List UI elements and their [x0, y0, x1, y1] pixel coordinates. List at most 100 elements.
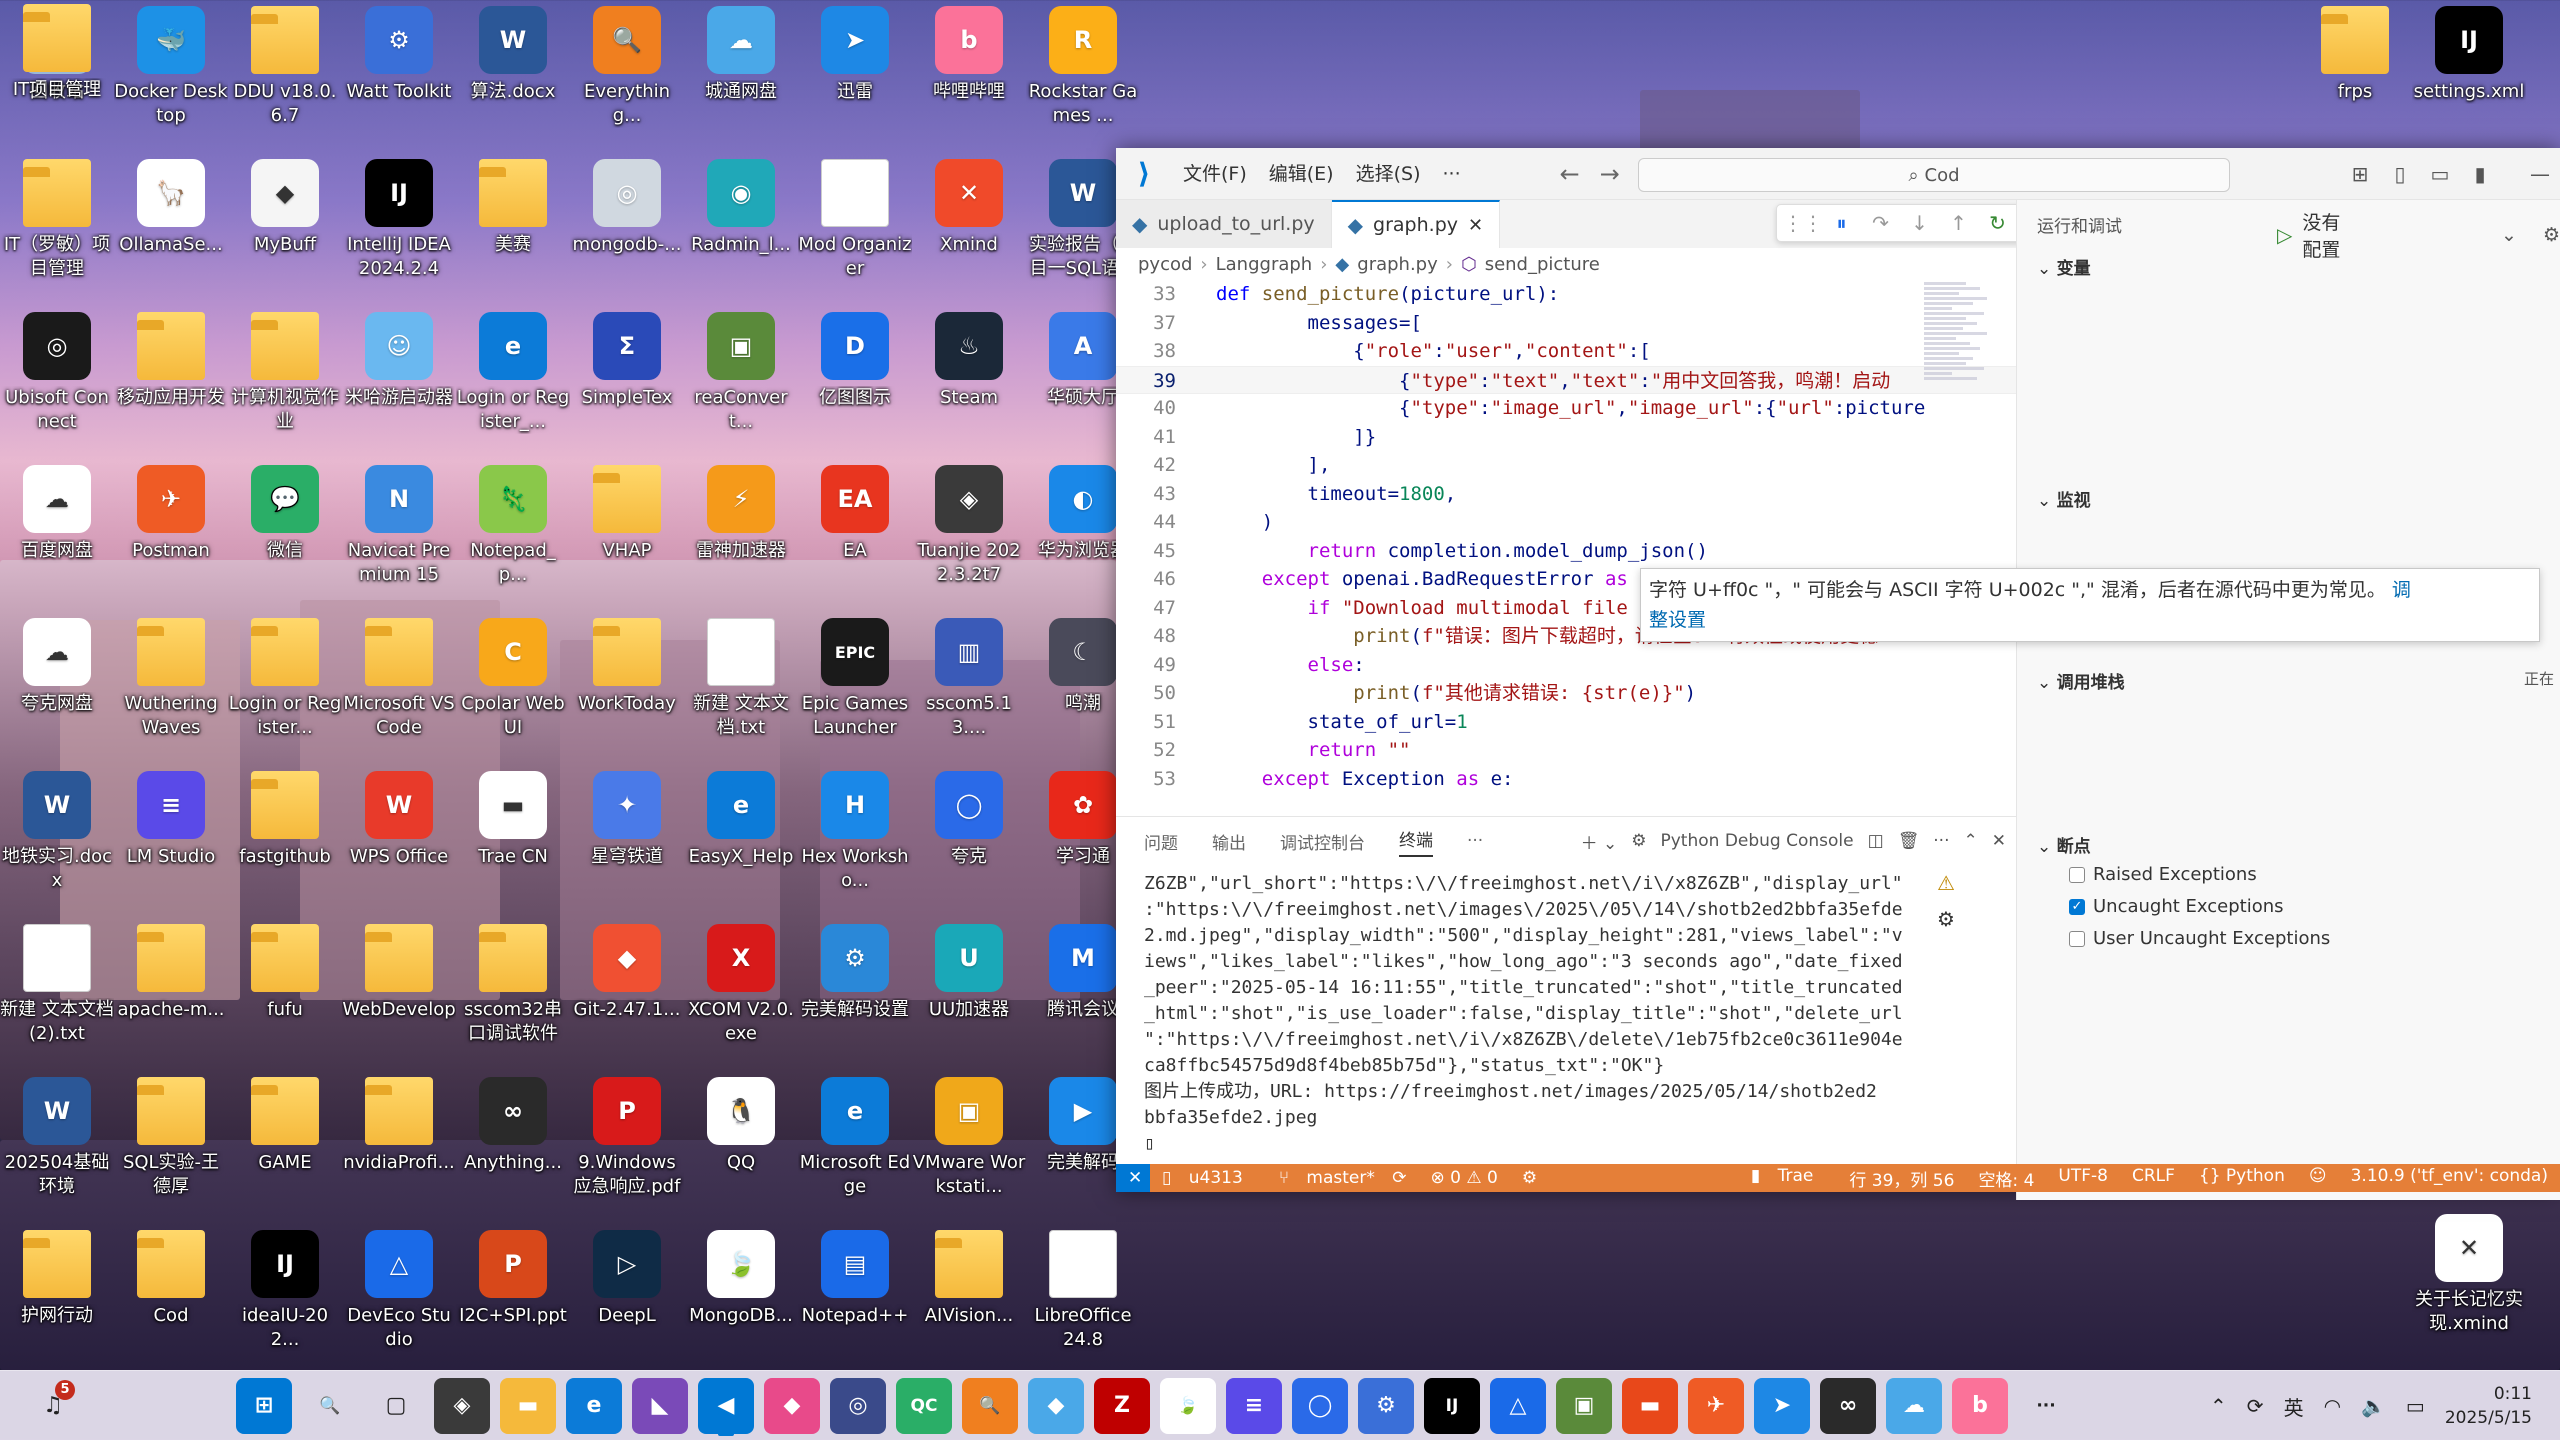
desktop-icon[interactable]: EPIC Epic Games Launcher — [798, 614, 912, 764]
section-call-stack[interactable]: 调用堆栈 — [2017, 668, 2560, 693]
desktop-icon[interactable]: U UU加速器 — [912, 920, 1026, 1070]
breakpoint-user-uncaught[interactable]: User Uncaught Exceptions — [2069, 928, 2330, 949]
step-into-icon[interactable]: ↓ — [1900, 211, 1939, 235]
desktop-icon[interactable]: P 9.Windows应急响应.pdf — [570, 1073, 684, 1223]
taskbar-everything-icon[interactable]: 🔍 — [962, 1377, 1018, 1434]
status-language[interactable]: {} Python — [2187, 1166, 2297, 1191]
desktop-icon[interactable]: SQL实验-王德厚 — [114, 1073, 228, 1223]
code-line[interactable]: 43 timeout=1800, — [1116, 480, 2016, 509]
checkbox[interactable]: ✓ — [2069, 898, 2085, 915]
desktop-icon[interactable]: 计算机视觉作业 — [228, 308, 342, 458]
desktop-icon[interactable]: fastgithub — [228, 767, 342, 917]
desktop-icon[interactable]: ✕ 关于长记忆实现.xmind — [2412, 1210, 2526, 1360]
gear-icon[interactable]: ⚙ — [2543, 224, 2560, 246]
status-branch[interactable]: ⑂ master* ⟳ — [1267, 1168, 1419, 1188]
taskbar-search-icon[interactable]: 🔍 — [302, 1378, 358, 1434]
code-line[interactable]: 37 messages=[ — [1116, 309, 2016, 338]
desktop-icon[interactable]: W WPS Office — [342, 767, 456, 917]
sync-icon[interactable]: ⟳ — [2247, 1394, 2264, 1418]
desktop-icon[interactable]: LibreOffice 24.8 — [1026, 1226, 1140, 1376]
taskbar-start-icon[interactable]: ⊞ — [236, 1377, 292, 1434]
pause-icon[interactable]: ⏸ — [1822, 211, 1861, 235]
desktop-icon[interactable]: b 哔哩哔哩 — [912, 2, 1026, 152]
desktop-icon[interactable]: 🦎 Notepad_p... — [456, 461, 570, 611]
desktop-icon[interactable]: ◯ 夸克 — [912, 767, 1026, 917]
desktop-icon[interactable]: fufu — [228, 920, 342, 1070]
terminal-name[interactable]: Python Debug Console — [1660, 831, 1853, 851]
step-out-icon[interactable]: ↑ — [1939, 211, 1978, 235]
drag-handle-icon[interactable]: ⋮⋮ — [1783, 211, 1823, 235]
customize-layout-icon[interactable]: ⊞ — [2340, 162, 2380, 186]
desktop-icon[interactable]: EA EA — [798, 461, 912, 611]
desktop-icon[interactable]: ⚡ 雷神加速器 — [684, 461, 798, 611]
code-line[interactable]: 44 ) — [1116, 508, 2016, 537]
desktop-icon[interactable]: nvidiaProfi... — [342, 1073, 456, 1223]
debug-icon[interactable]: ⚙ — [1937, 907, 1955, 931]
taskbar-anything-icon[interactable]: ∞ — [1820, 1377, 1876, 1434]
desktop-icon[interactable]: ◎ Ubisoft Connect — [0, 308, 114, 458]
terminal-output[interactable]: Z6ZB","url_short":"https:\/\/freeimghost… — [1144, 871, 2034, 1157]
breakpoint-raised[interactable]: Raised Exceptions — [2069, 864, 2257, 885]
desktop-icon[interactable]: DDU v18.0.6.7 — [228, 2, 342, 152]
taskbar-more-icon[interactable]: ··· — [2018, 1378, 2074, 1434]
breakpoint-uncaught[interactable]: ✓ Uncaught Exceptions — [2069, 896, 2284, 917]
desktop-icon[interactable]: 🦙 OllamaSe... — [114, 155, 228, 305]
desktop-icon[interactable]: ▷ DeepL — [570, 1226, 684, 1376]
taskbar-app5-icon[interactable]: ◆ — [1028, 1377, 1084, 1434]
section-variables[interactable]: 变量 — [2017, 254, 2560, 279]
desktop-icon[interactable]: ≡ LM Studio — [114, 767, 228, 917]
status-indent[interactable]: 空格: 4 — [1966, 1166, 2046, 1191]
status-problems[interactable]: ⊗ 0 ⚠ 0 — [1419, 1168, 1510, 1188]
desktop-icon[interactable]: ◆ MyBuff — [228, 155, 342, 305]
more-actions-icon[interactable]: ··· — [1933, 831, 1949, 851]
desktop-icon[interactable]: Login or Register... — [228, 614, 342, 764]
taskbar-app3-icon[interactable]: ◎ — [830, 1377, 886, 1434]
status-eol[interactable]: CRLF — [2120, 1166, 2187, 1191]
menu-selection[interactable]: 选择(S) — [1345, 148, 1432, 200]
desktop-icon[interactable]: WorkToday — [570, 614, 684, 764]
desktop-icon[interactable]: ✦ 星穹铁道 — [570, 767, 684, 917]
panel-tab-terminal[interactable]: 终端 — [1399, 826, 1433, 857]
forward-arrow-icon[interactable]: → — [1590, 160, 1630, 188]
code-line[interactable]: 53 except Exception as e: — [1116, 765, 2016, 794]
desktop-icon[interactable]: W 地铁实习.docx — [0, 767, 114, 917]
battery-icon[interactable]: ▭ — [2406, 1394, 2425, 1418]
code-editor[interactable]: 33 def send_picture(picture_url): 37 messa… — [1116, 280, 2016, 800]
breadcrumb-item[interactable]: graph.py — [1357, 254, 1438, 275]
desktop-icon[interactable]: Cod — [114, 1226, 228, 1376]
desktop-icon[interactable]: 🐳 Docker Desktop — [114, 2, 228, 152]
checkbox[interactable] — [2069, 930, 2085, 947]
taskbar-postman-icon[interactable]: ✈ — [1688, 1377, 1744, 1434]
debug-status-icon[interactable]: ⚙ — [1510, 1168, 1549, 1188]
desktop-icon[interactable]: e EasyX_Help — [684, 767, 798, 917]
taskbar-mongodb-icon[interactable]: 🍃 — [1160, 1377, 1216, 1434]
desktop-icon[interactable]: ▬ Trae CN — [456, 767, 570, 917]
desktop-icon[interactable]: 🍃 MongoDB... — [684, 1226, 798, 1376]
desktop-icon[interactable]: ☁ 夸克网盘 — [0, 614, 114, 764]
desktop-icon[interactable]: 💬 微信 — [228, 461, 342, 611]
show-hidden-icons-icon[interactable]: ⌃ — [2210, 1394, 2227, 1418]
desktop-icon[interactable]: D 亿图图示 — [798, 308, 912, 458]
desktop-icon[interactable]: IJ IntelliJ IDEA 2024.2.4 — [342, 155, 456, 305]
status-interpreter[interactable]: 3.10.9 ('tf_env': conda) — [2339, 1166, 2560, 1191]
close-tab-icon[interactable]: ✕ — [1468, 215, 1483, 236]
taskbar-taskview-icon[interactable]: ▢ — [368, 1378, 424, 1434]
desktop-icon[interactable]: ✕ Xmind — [912, 155, 1026, 305]
menu-more[interactable]: ··· — [1432, 148, 1472, 200]
desktop-icon[interactable]: sscom32串口调试软件 — [456, 920, 570, 1070]
panel-tab-debug-console[interactable]: 调试控制台 — [1280, 829, 1365, 854]
tab-upload-to-url[interactable]: ◆ upload_to_url.py — [1116, 200, 1332, 248]
desktop-icon[interactable]: 新建 文本文档.txt — [684, 614, 798, 764]
desktop-icon[interactable]: ▤ Notepad++ — [798, 1226, 912, 1376]
desktop-icon[interactable]: P I2C+SPI.ppt — [456, 1226, 570, 1376]
desktop-icon[interactable]: △ DevEco Studio — [342, 1226, 456, 1376]
code-line[interactable]: 49 else: — [1116, 651, 2016, 680]
back-arrow-icon[interactable]: ← — [1550, 160, 1590, 188]
copilot-icon[interactable]: ☺ — [2297, 1166, 2339, 1191]
desktop-icon[interactable]: ☺ 米哈游启动器 — [342, 308, 456, 458]
taskbar-app11-icon[interactable]: ☁ — [1886, 1377, 1942, 1434]
checkbox[interactable] — [2069, 866, 2085, 883]
tooltip-link[interactable]: 调 — [2392, 579, 2411, 601]
taskbar-app2-icon[interactable]: ◆ — [764, 1377, 820, 1434]
section-watch[interactable]: 监视 — [2017, 486, 2560, 511]
